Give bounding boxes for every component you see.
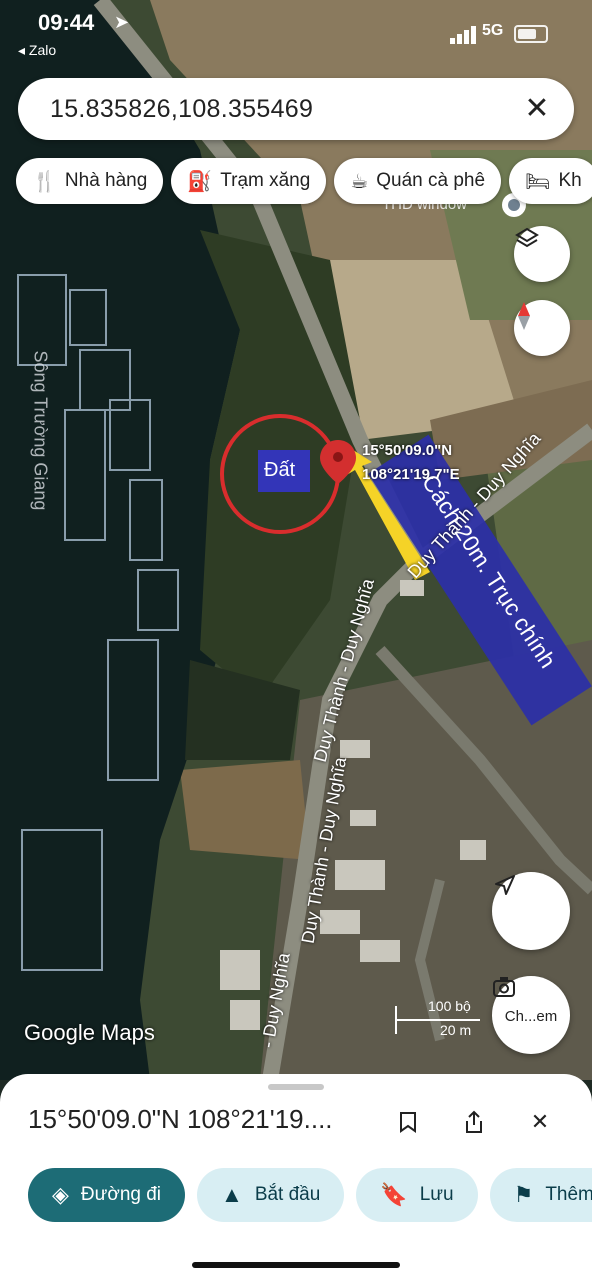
navigation-start-icon: ▲ <box>221 1182 243 1207</box>
home-indicator[interactable] <box>192 1262 400 1268</box>
save-icon-button[interactable] <box>388 1102 428 1142</box>
scale-feet: 100 bộ <box>428 998 471 1014</box>
camera-icon <box>493 977 515 997</box>
chip-label: Nhà hàng <box>64 170 148 191</box>
drag-handle[interactable] <box>268 1084 324 1090</box>
more-button[interactable]: ⚑ Thêm <box>489 1168 592 1222</box>
hotel-icon: 🛏 <box>525 170 551 193</box>
compass-icon <box>518 302 530 330</box>
my-location-button[interactable] <box>492 872 570 950</box>
flag-icon: ⚑ <box>513 1182 534 1207</box>
share-icon <box>466 1110 482 1133</box>
chip-label: Kh <box>558 170 582 191</box>
action-label: Đường đi <box>80 1184 162 1205</box>
chip-label: Quán cà phê <box>376 170 486 191</box>
close-icon[interactable]: ✕ <box>518 90 556 128</box>
google-maps-attribution: Google Maps <box>24 1020 155 1045</box>
check-in-label: Ch...em <box>504 1007 558 1025</box>
directions-icon: ◈ <box>52 1182 69 1207</box>
share-button[interactable] <box>454 1102 494 1142</box>
search-bar[interactable]: 15.835826,108.355469 ✕ <box>18 78 574 140</box>
chip-coffee[interactable]: ☕ Quán cà phê <box>334 158 502 204</box>
layers-button[interactable] <box>514 226 570 282</box>
back-arrow-icon: ◂ <box>18 42 29 58</box>
close-sheet-button[interactable]: ✕ <box>520 1102 560 1142</box>
close-icon: ✕ <box>530 1109 550 1134</box>
clock: 09:44 <box>38 10 95 35</box>
battery-icon <box>514 25 548 43</box>
chip-restaurant[interactable]: 🍴 Nhà hàng <box>16 158 164 204</box>
coffee-icon: ☕ <box>350 170 369 193</box>
navigation-arrow-icon <box>495 875 515 895</box>
scale-meters: 20 m <box>440 1022 472 1038</box>
action-label: Lưu <box>419 1184 454 1205</box>
place-sheet[interactable]: 15°50'09.0"N 108°21'19.... ✕ ◈ Đường đi ▲… <box>0 1074 592 1280</box>
action-label: Bắt đầu <box>254 1184 321 1205</box>
chip-label: Trạm xăng <box>220 170 311 191</box>
start-button[interactable]: ▲ Bắt đầu <box>197 1168 345 1222</box>
gas-station-icon: ⛽ <box>187 170 213 193</box>
annotation-land: Đất <box>264 459 296 481</box>
bookmark-icon: 🔖 <box>380 1182 408 1207</box>
bookmark-icon <box>400 1112 416 1133</box>
action-buttons: ◈ Đường đi ▲ Bắt đầu 🔖 Lưu ⚑ Thêm <box>28 1168 592 1222</box>
location-arrow-icon: ➤ <box>114 12 130 32</box>
river-label: Sông Trường Giang <box>30 350 51 511</box>
search-input[interactable]: 15.835826,108.355469 <box>50 95 313 124</box>
back-to-app[interactable]: ◂ Zalo <box>18 42 56 59</box>
place-title: 15°50'09.0"N 108°21'19.... <box>28 1104 333 1134</box>
status-bar: 09:44 ➤ ◂ Zalo 5G <box>0 0 592 70</box>
signal-icon <box>450 26 476 44</box>
compass-button[interactable] <box>514 300 570 356</box>
save-button[interactable]: 🔖 Lưu <box>356 1168 478 1222</box>
restaurant-icon: 🍴 <box>32 170 57 193</box>
action-label: Thêm <box>545 1184 592 1205</box>
back-app-label: Zalo <box>28 42 57 58</box>
network-type: 5G <box>482 22 504 39</box>
category-chips: 🍴 Nhà hàng ⛽ Trạm xăng ☕ Quán cà phê 🛏 Kh <box>16 158 592 204</box>
check-in-button[interactable]: Ch...em <box>492 976 570 1054</box>
directions-button[interactable]: ◈ Đường đi <box>28 1168 186 1222</box>
chip-gas-station[interactable]: ⛽ Trạm xăng <box>171 158 327 204</box>
layers-icon <box>515 227 539 248</box>
pin-latitude: 15°50'09.0"N <box>362 442 453 459</box>
chip-hotel[interactable]: 🛏 Kh <box>509 158 592 204</box>
